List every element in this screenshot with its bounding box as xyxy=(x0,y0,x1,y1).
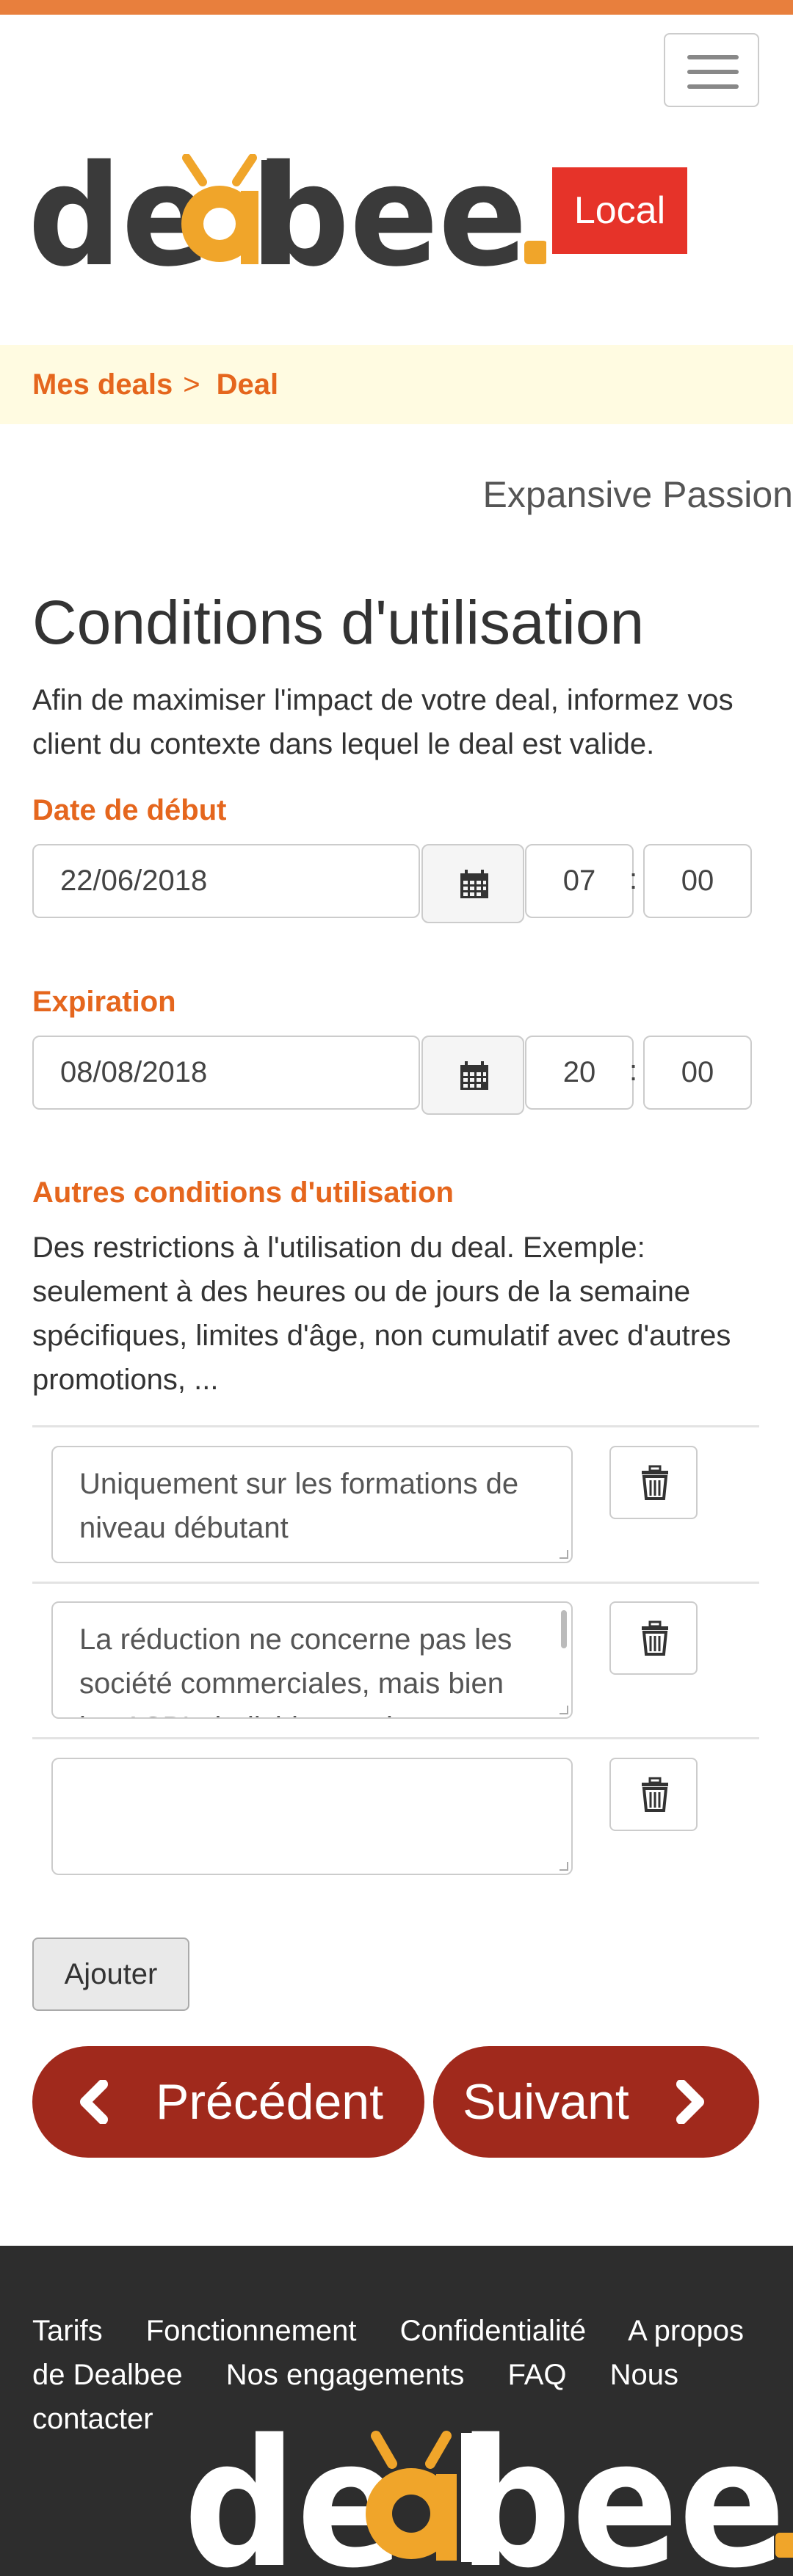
delete-condition-2-button[interactable] xyxy=(609,1601,698,1675)
condition-textarea-2[interactable]: La réduction ne concerne pas les société… xyxy=(51,1601,573,1719)
breadcrumb-separator: > xyxy=(183,368,200,401)
next-label: Suivant xyxy=(463,2074,629,2130)
footer-link-fonctionnement[interactable]: Fonctionnement xyxy=(146,2315,357,2347)
company-name: Expansive Passion xyxy=(482,474,793,515)
local-badge: Local xyxy=(552,167,687,254)
expiration-date-input[interactable]: 08/08/2018 xyxy=(32,1036,420,1110)
footer-logo-dot xyxy=(775,2533,793,2558)
start-hour-input[interactable]: 07 xyxy=(525,844,634,918)
footer-logo[interactable]: de bee xyxy=(184,2411,793,2576)
breadcrumb-mes-deals[interactable]: Mes deals xyxy=(32,368,173,401)
condition-text-1: Uniquement sur les formations de niveau … xyxy=(79,1468,519,1544)
breadcrumb-deal[interactable]: Deal xyxy=(217,368,279,401)
breadcrumb: Mes deals > Deal xyxy=(0,345,793,424)
footer-logo-letter-l xyxy=(461,2433,490,2562)
add-condition-button[interactable]: Ajouter xyxy=(32,1938,189,2011)
calendar-icon xyxy=(460,1061,488,1090)
conditions-label: Autres conditions d'utilisation xyxy=(32,1176,454,1209)
hamburger-menu-icon[interactable] xyxy=(664,33,759,107)
divider xyxy=(32,1425,759,1427)
footer-link-confidentialite[interactable]: Confidentialité xyxy=(400,2315,587,2347)
condition-textarea-1[interactable]: Uniquement sur les formations de niveau … xyxy=(51,1446,573,1563)
resize-handle[interactable] xyxy=(560,1706,568,1714)
logo-dot xyxy=(524,241,546,264)
time-separator: : xyxy=(629,863,638,895)
previous-label: Précédent xyxy=(156,2074,383,2130)
conditions-description: Des restrictions à l'utilisation du deal… xyxy=(32,1231,731,1396)
chevron-right-icon xyxy=(676,2080,704,2124)
start-date-input[interactable]: 22/06/2018 xyxy=(32,844,420,918)
footer-link-tarifs[interactable]: Tarifs xyxy=(32,2315,103,2347)
divider xyxy=(32,1737,759,1739)
condition-textarea-3[interactable] xyxy=(51,1758,573,1875)
expiration-minute-input[interactable]: 00 xyxy=(643,1036,752,1110)
divider xyxy=(32,1582,759,1584)
delete-condition-1-button[interactable] xyxy=(609,1446,698,1519)
footer-link-engagements[interactable]: Nos engagements xyxy=(226,2359,465,2391)
delete-condition-3-button[interactable] xyxy=(609,1758,698,1831)
expiration-calendar-button[interactable] xyxy=(421,1036,524,1115)
page-title: Conditions d'utilisation xyxy=(32,588,645,657)
start-minute-input[interactable]: 00 xyxy=(643,844,752,918)
intro-text: Afin de maximiser l'impact de votre deal… xyxy=(32,684,734,760)
resize-handle[interactable] xyxy=(560,1550,568,1559)
trash-icon xyxy=(642,1620,668,1656)
trash-icon xyxy=(642,1465,668,1500)
textarea-scrollbar[interactable] xyxy=(561,1610,567,1648)
trash-icon xyxy=(642,1777,668,1812)
condition-text-2: La réduction ne concerne pas les société… xyxy=(79,1623,513,1717)
chevron-left-icon xyxy=(80,2080,108,2124)
next-button[interactable]: Suivant xyxy=(433,2046,759,2158)
resize-handle[interactable] xyxy=(560,1862,568,1871)
top-accent-bar xyxy=(0,0,793,15)
time-separator: : xyxy=(629,1055,638,1087)
expiration-label: Expiration xyxy=(32,986,176,1018)
start-calendar-button[interactable] xyxy=(421,844,524,923)
start-date-label: Date de début xyxy=(32,794,227,826)
logo-letter-l xyxy=(261,160,286,264)
dealbee-logo[interactable]: de bee xyxy=(32,154,546,272)
previous-button[interactable]: Précédent xyxy=(32,2046,424,2158)
footer-link-faq[interactable]: FAQ xyxy=(508,2359,567,2391)
calendar-icon xyxy=(460,870,488,898)
footer: Tarifs Fonctionnement Confidentialité A … xyxy=(0,2246,793,2576)
expiration-hour-input[interactable]: 20 xyxy=(525,1036,634,1110)
